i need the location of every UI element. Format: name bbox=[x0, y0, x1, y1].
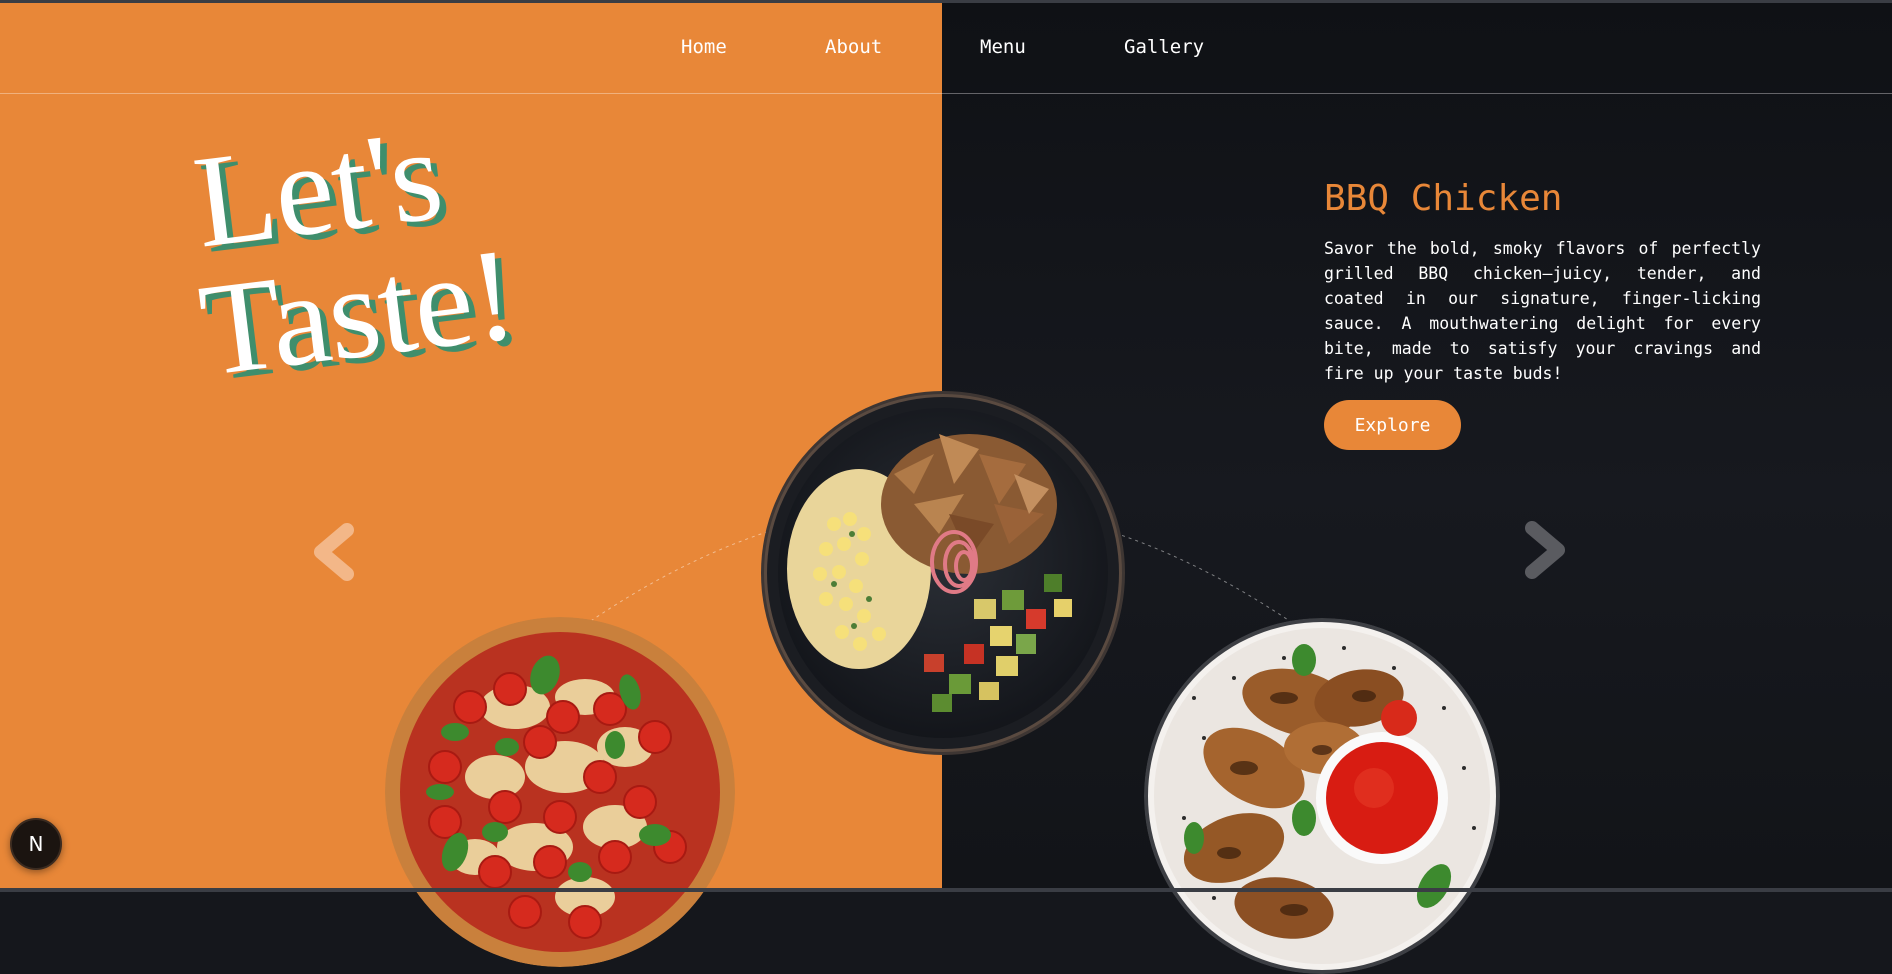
dish-title: BBQ Chicken bbox=[1324, 178, 1563, 219]
hero-title: Let's Taste! bbox=[187, 93, 602, 437]
dish-description: Savor the bold, smoky flavors of perfect… bbox=[1324, 239, 1761, 383]
dev-indicator-label: N bbox=[28, 832, 44, 856]
nav-divider bbox=[0, 93, 1892, 94]
nav-menu-link[interactable]: Menu bbox=[980, 36, 1026, 58]
chevron-left-icon[interactable] bbox=[307, 522, 359, 582]
chevron-right-icon[interactable] bbox=[1520, 520, 1572, 580]
bbq-chicken-plate-image[interactable] bbox=[764, 394, 1122, 752]
nav-gallery-link[interactable]: Gallery bbox=[1124, 36, 1204, 58]
explore-button[interactable]: Explore bbox=[1324, 400, 1461, 450]
chicken-wings-image[interactable] bbox=[1144, 618, 1500, 974]
main-nav: Home About Menu Gallery bbox=[0, 36, 1892, 60]
nav-home-link[interactable]: Home bbox=[681, 36, 727, 58]
dev-indicator-badge[interactable]: N bbox=[10, 818, 62, 870]
nav-about-link[interactable]: About bbox=[825, 36, 882, 58]
pizza-image[interactable] bbox=[385, 617, 735, 967]
window-bottom-border bbox=[0, 888, 1892, 892]
